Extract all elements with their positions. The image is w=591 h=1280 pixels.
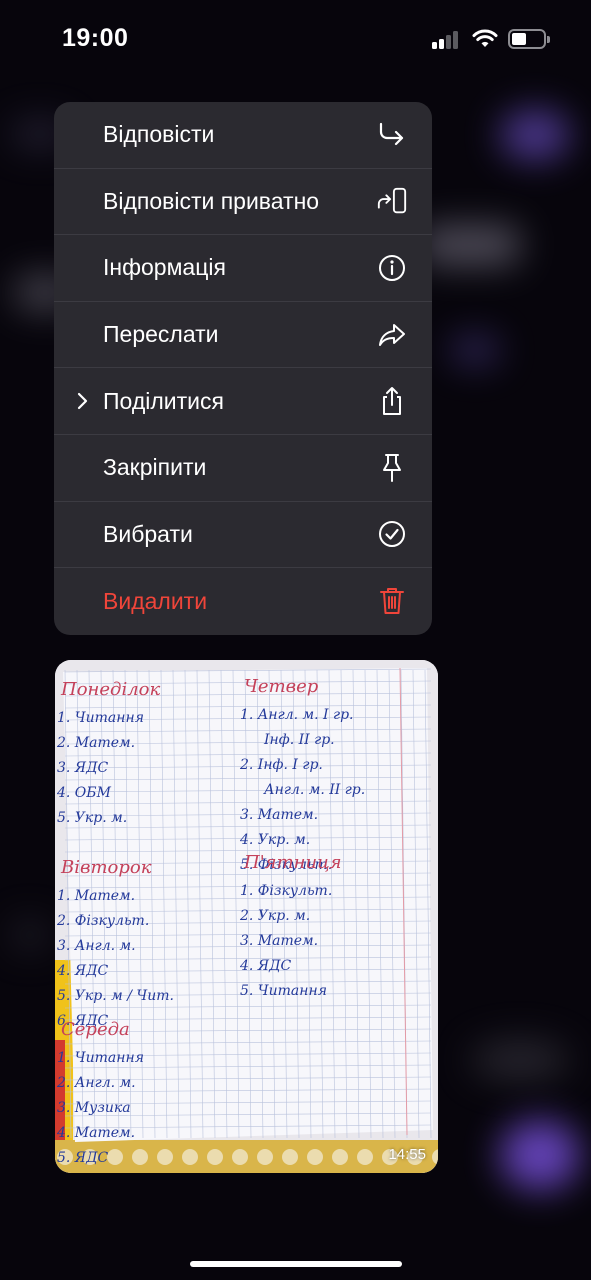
pin-icon [376,452,408,484]
schedule-lesson: 4. ОБМ [56,785,112,801]
schedule-lesson: 2. Англ. м. [56,1075,136,1091]
wifi-icon [472,29,498,47]
schedule-lesson: 4. ЯДС [56,963,108,979]
schedule-lesson: 2. Укр. м. [239,908,310,924]
menu-item-reply[interactable]: Відповісти [54,102,432,169]
schedule-day-heading: Вівторок [60,857,152,878]
schedule-lesson: 4. ЯДС [239,958,291,974]
schedule-lesson: 1. Фізкульт. [240,883,332,899]
schedule-lesson: 5. Читання [240,983,327,999]
schedule-lesson: 2. Інф. I гр. [239,757,323,773]
forward-icon [376,319,408,351]
schedule-lesson: 1. Англ. м. I гр. [240,707,354,723]
message-timestamp: 14:55 [388,1146,426,1163]
menu-item-delete[interactable]: Видалити [54,568,432,635]
menu-item-label: Видалити [103,587,208,614]
schedule-lesson: 5. Укр. м / Чит. [57,988,174,1004]
menu-item-label: Закріпити [103,454,207,481]
battery-icon [508,29,550,49]
schedule-lesson: 3. Музика [57,1100,131,1116]
schedule-lesson: 4. Укр. м. [239,832,310,848]
menu-item-label: Поділитися [103,387,224,414]
checkmark-circle-icon [376,518,408,550]
menu-item-select[interactable]: Вибрати [54,502,432,569]
reply-privately-icon [376,185,408,217]
schedule-lesson: 2. Матем. [56,735,135,751]
schedule-lesson: Англ. м. II гр. [263,782,365,798]
message-photo[interactable]: Понеділок 1. Читання 2. Матем. 3. ЯДС 4. ОБМ… [55,660,438,1173]
schedule-lesson: 3. Матем. [240,933,318,949]
schedule-lesson: 1. Читання [57,710,144,726]
trash-icon [376,585,408,617]
cellular-signal-icon [432,29,462,49]
menu-item-share[interactable]: Поділитися [54,368,432,435]
menu-item-label: Інформація [103,254,226,281]
message-context-menu: Відповісти Відповісти приватно Інформаці… [54,102,432,635]
menu-item-reply-privately[interactable]: Відповісти приватно [54,169,432,236]
status-bar: 19:00 [0,0,591,80]
schedule-day-heading: Понеділок [60,679,161,700]
info-icon [376,252,408,284]
reply-icon [376,119,408,151]
menu-item-label: Вибрати [103,520,193,547]
menu-item-label: Відповісти приватно [103,187,320,214]
menu-item-label: Переслати [103,321,219,348]
share-icon [376,385,408,417]
schedule-day-heading: Середа [61,1019,130,1040]
status-time: 19:00 [62,24,129,52]
menu-item-info[interactable]: Інформація [54,235,432,302]
chevron-right-icon [77,393,88,410]
schedule-lesson: 1. Читання [57,1050,144,1066]
schedule-lesson: 2. Фізкульт. [56,913,149,929]
menu-item-forward[interactable]: Переслати [54,302,432,369]
schedule-lesson: 3. ЯДС [57,760,108,776]
schedule-lesson: Інф. II гр. [263,732,335,748]
schedule-lesson: 5. Укр. м. [57,810,127,826]
schedule-lesson: 3. Англ. м. [57,938,136,954]
home-indicator [190,1261,402,1267]
menu-item-pin[interactable]: Закріпити [54,435,432,502]
schedule-photo-image: Понеділок 1. Читання 2. Матем. 3. ЯДС 4. ОБМ… [55,660,438,1173]
schedule-lesson: 5. ЯДС [57,1150,108,1166]
schedule-lesson: 3. Матем. [240,807,318,823]
menu-item-label: Відповісти [103,121,215,148]
schedule-day-heading: Четвер [244,676,319,697]
schedule-lesson: 4. Матем. [56,1125,135,1141]
schedule-lesson: 1. Матем. [57,888,135,904]
schedule-day-heading: П'ятниця [243,852,342,873]
